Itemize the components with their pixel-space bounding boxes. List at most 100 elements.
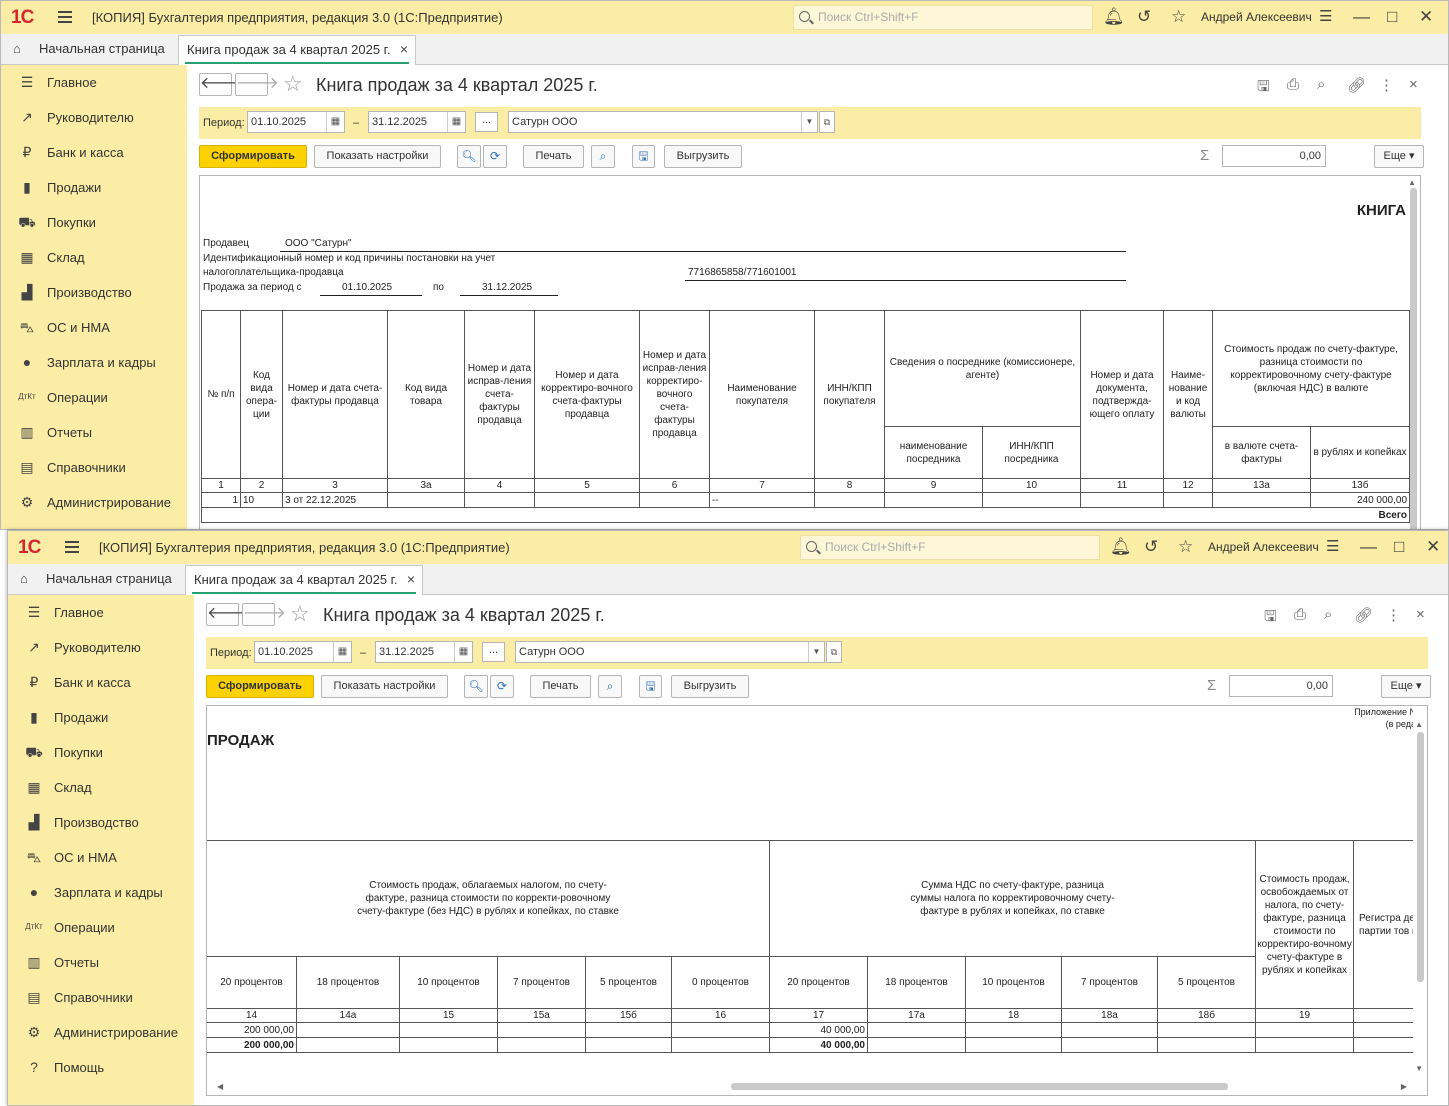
sidebar-item-sales[interactable]: ▮ Продажи — [1, 170, 187, 205]
sidebar-item-catalogs[interactable]: ▤ Справочники — [8, 980, 194, 1015]
organization-field[interactable]: Сатурн ООО ▼ — [515, 641, 825, 663]
favorite-star-icon[interactable]: ☆ — [290, 601, 310, 627]
sidebar-item-catalogs[interactable]: ▤ Справочники — [1, 450, 187, 485]
print-button[interactable]: Печать — [523, 145, 584, 168]
close-form-icon[interactable]: × — [1409, 76, 1418, 93]
table-cell[interactable] — [671, 1022, 770, 1038]
table-cell[interactable]: -- — [709, 492, 815, 508]
print-button[interactable]: Печать — [530, 675, 591, 698]
sidebar-item-purchases[interactable]: ⛟ Покупки — [8, 735, 194, 770]
table-cell[interactable]: 200 000,00 — [207, 1022, 297, 1038]
table-cell[interactable] — [387, 492, 465, 508]
bell-icon[interactable]: 🔔︎ — [1103, 7, 1125, 27]
open-organization-icon[interactable]: ⧉ — [826, 641, 842, 663]
table-cell[interactable]: 10 — [240, 492, 283, 508]
history-icon[interactable]: ↺ — [1137, 7, 1151, 27]
tab-sales-book[interactable]: Книга продаж за 4 квартал 2025 г. × — [178, 35, 416, 65]
favorites-star-icon[interactable]: ☆ — [1178, 537, 1193, 557]
settings-menu-icon[interactable]: ☰ — [1326, 537, 1339, 557]
table-cell[interactable] — [399, 1022, 498, 1038]
scroll-left-icon[interactable]: ◀ — [217, 1082, 223, 1091]
sidebar-item-assets[interactable]: ⛍ ОС и НМА — [8, 840, 194, 875]
report-sheet-left[interactable]: КНИГА Продавец ООО "Сатурн" Идентификаци… — [199, 175, 1421, 529]
maximize-button[interactable]: □ — [1394, 537, 1404, 557]
more-button[interactable]: Еще ▾ — [1381, 675, 1431, 698]
table-cell[interactable] — [981, 492, 1082, 508]
table-cell[interactable] — [639, 492, 710, 508]
scroll-up-icon[interactable]: ▲ — [1415, 720, 1423, 729]
open-organization-icon[interactable]: ⧉ — [819, 111, 835, 133]
sidebar-item-purchases[interactable]: ⛟ Покупки — [1, 205, 187, 240]
forward-button[interactable]: 🡒 — [242, 603, 286, 626]
sidebar-item-bank[interactable]: ₽ Банк и касса — [8, 665, 194, 700]
table-cell[interactable] — [814, 492, 885, 508]
history-icon[interactable]: ↺ — [1144, 537, 1158, 557]
date-to-field[interactable]: 31.12.2025 ▦ — [368, 111, 466, 133]
table-cell[interactable] — [1156, 1022, 1257, 1038]
table-cell[interactable] — [884, 492, 983, 508]
close-tab-icon[interactable]: × — [407, 571, 415, 587]
date-from-field[interactable]: 01.10.2025 ▦ — [254, 641, 352, 663]
preview-icon[interactable]: ⌕ — [1317, 76, 1325, 93]
vertical-scrollbar[interactable] — [1410, 188, 1417, 529]
global-search-input[interactable]: Поиск Ctrl+Shift+F — [800, 535, 1100, 560]
table-cell[interactable] — [497, 1022, 586, 1038]
table-row[interactable]: 1 10 3 от 22.12.2025 -- 240 000,00 — [201, 492, 1411, 508]
sidebar-item-warehouse[interactable]: ▦ Склад — [8, 770, 194, 805]
close-form-icon[interactable]: × — [1416, 606, 1425, 623]
date-from-field[interactable]: 01.10.2025 ▦ — [247, 111, 345, 133]
table-cell[interactable]: 1 — [201, 492, 241, 508]
link-icon[interactable]: 🔗︎ — [1354, 606, 1373, 624]
sidebar-item-manager[interactable]: ↗ Руководителю — [1, 100, 187, 135]
search-icon[interactable]: 🔍︎ — [464, 675, 488, 698]
preview-icon[interactable]: ⌕ — [1324, 606, 1332, 623]
global-search-input[interactable]: Поиск Ctrl+Shift+F — [793, 5, 1093, 30]
table-cell[interactable] — [296, 1022, 400, 1038]
sidebar-item-admin[interactable]: ⚙ Администрирование — [1, 485, 187, 520]
sidebar-item-reports[interactable]: ▥ Отчеты — [1, 415, 187, 450]
save-icon[interactable]: 🖫 — [1264, 606, 1277, 631]
print-icon[interactable]: ⎙ — [1287, 76, 1299, 93]
sidebar-item-production[interactable]: ▟ Производство — [1, 275, 187, 310]
sidebar-item-admin[interactable]: ⚙ Администрирование — [8, 1015, 194, 1050]
calendar-icon[interactable]: ▦ — [326, 112, 344, 132]
sidebar-item-payroll[interactable]: ● Зарплата и кадры — [1, 345, 187, 380]
table-cell[interactable]: 40 000,00 — [769, 1022, 868, 1038]
show-settings-button[interactable]: Показать настройки — [314, 145, 441, 168]
sidebar-item-operations[interactable]: ДтКт Операции — [8, 910, 194, 945]
tab-home[interactable]: ⌂ Начальная страница — [8, 564, 180, 594]
link-icon[interactable]: 🔗︎ — [1347, 76, 1366, 94]
user-name[interactable]: Андрей Алексеевич — [1208, 540, 1319, 554]
table-cell[interactable] — [867, 1022, 966, 1038]
table-cell[interactable] — [1061, 1022, 1158, 1038]
sidebar-item-production[interactable]: ▟ Производство — [8, 805, 194, 840]
bell-icon[interactable]: 🔔︎ — [1110, 537, 1132, 557]
table-cell[interactable] — [1255, 1022, 1355, 1038]
table-cell[interactable] — [965, 1022, 1062, 1038]
sidebar-item-manager[interactable]: ↗ Руководителю — [8, 630, 194, 665]
period-select-button[interactable]: ... — [475, 112, 498, 132]
table-cell[interactable] — [534, 492, 640, 508]
table-cell[interactable] — [585, 1022, 672, 1038]
export-button[interactable]: Выгрузить — [664, 145, 742, 168]
favorite-star-icon[interactable]: ☆ — [283, 71, 303, 97]
table-cell[interactable]: 240 000,00 — [1310, 492, 1411, 508]
more-button[interactable]: Еще ▾ — [1374, 145, 1424, 168]
table-cell[interactable] — [464, 492, 535, 508]
back-button[interactable]: 🡐 — [199, 73, 243, 96]
organization-field[interactable]: Сатурн ООО ▼ — [508, 111, 818, 133]
table-cell[interactable] — [1163, 492, 1214, 508]
print-preview-icon[interactable]: ⌕ — [598, 675, 622, 698]
date-to-field[interactable]: 31.12.2025 ▦ — [375, 641, 473, 663]
dropdown-icon[interactable]: ▼ — [801, 112, 817, 132]
tab-sales-book[interactable]: Книга продаж за 4 квартал 2025 г. × — [185, 565, 423, 595]
print-preview-icon[interactable]: ⌕ — [591, 145, 615, 168]
sidebar-item-sales[interactable]: ▮ Продажи — [8, 700, 194, 735]
sidebar-item-reports[interactable]: ▥ Отчеты — [8, 945, 194, 980]
user-name[interactable]: Андрей Алексеевич — [1201, 10, 1312, 24]
scroll-down-icon[interactable]: ▼ — [1415, 1064, 1423, 1073]
more-vertical-icon[interactable]: ⋮ — [1379, 76, 1394, 94]
minimize-button[interactable]: — — [1353, 7, 1370, 27]
sidebar-item-main[interactable]: ☰ Главное — [1, 65, 187, 100]
table-cell[interactable] — [1212, 492, 1312, 508]
